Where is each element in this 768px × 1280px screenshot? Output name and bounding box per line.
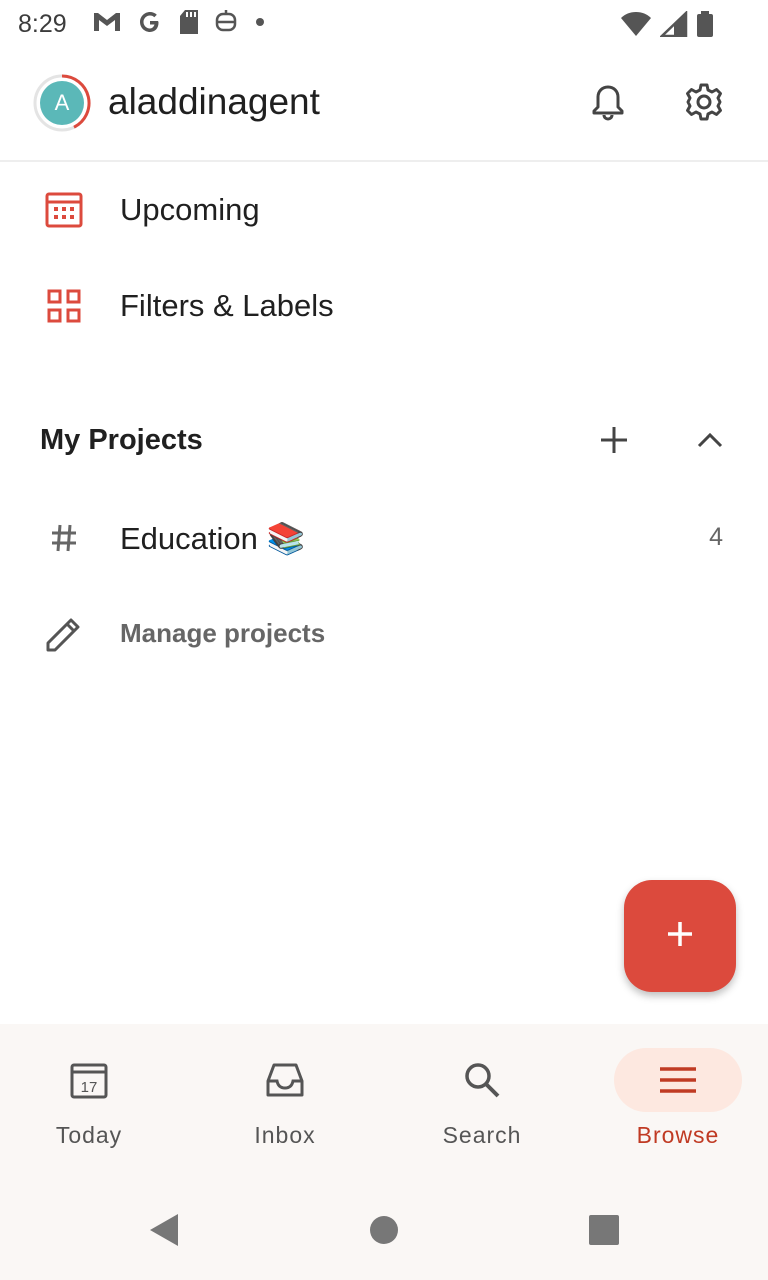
battery-icon [696,10,714,43]
status-bar: 8:29 [0,0,768,48]
home-button[interactable] [360,1208,408,1256]
menu-item-filters-labels-label: Filters & Labels [120,288,334,323]
bottom-nav: 17 Today Inbox Search Browse [0,1024,768,1184]
menu-icon [614,1048,742,1112]
nav-today-label: Today [55,1122,123,1148]
nav-search-label: Search [442,1122,522,1148]
search-icon [434,1048,530,1112]
nav-browse-label: Browse [636,1122,720,1148]
manage-projects-label: Manage projects [120,618,326,648]
projects-section-title[interactable]: My Projects [40,424,203,457]
bell-icon [591,83,625,126]
gear-icon [684,82,724,127]
nav-today[interactable]: 17 Today [9,1024,169,1184]
add-task-fab[interactable] [624,880,736,992]
system-nav-bar [0,1184,768,1280]
notifications-button[interactable] [584,80,632,128]
menu-item-upcoming[interactable]: Upcoming [0,162,768,258]
dot-icon [252,14,268,35]
back-button[interactable] [140,1208,188,1256]
svg-text:17: 17 [81,1079,98,1096]
inbox-icon [237,1048,333,1112]
plus-icon [665,919,695,954]
nav-browse[interactable]: Browse [598,1024,758,1184]
home-circle-icon [368,1214,400,1251]
sd-card-icon [178,8,200,41]
menu-item-upcoming-label: Upcoming [120,192,260,227]
signal-icon [658,10,688,42]
calendar-grid-icon [40,186,88,234]
chevron-up-icon [696,431,724,454]
pencil-icon [40,610,88,658]
app-header: A aladdinagent [0,48,768,162]
recents-square-icon [588,1214,620,1251]
status-icons-left [92,8,268,41]
back-triangle-icon [148,1213,180,1252]
avatar[interactable]: A [40,81,84,125]
project-item-education-label: Education 📚 [120,521,306,556]
nav-inbox[interactable]: Inbox [205,1024,365,1184]
username[interactable]: aladdinagent [108,81,320,123]
menu-item-filters-labels[interactable]: Filters & Labels [0,258,768,354]
project-item-education[interactable]: Education 📚 [0,490,768,586]
plus-icon [599,425,629,460]
settings-button[interactable] [680,80,728,128]
hashtag-icon [40,514,88,562]
project-task-count: 4 [709,523,723,551]
nav-search[interactable]: Search [402,1024,562,1184]
calendar-today-icon: 17 [41,1048,137,1112]
grid-icon [40,282,88,330]
collapse-projects-button[interactable] [686,418,734,466]
status-icons-right [620,10,714,43]
recents-button[interactable] [580,1208,628,1256]
manage-projects-button[interactable] [0,586,768,682]
nav-inbox-label: Inbox [254,1122,316,1148]
assistant-icon [214,8,238,41]
add-project-button[interactable] [590,418,638,466]
wifi-icon [620,11,652,42]
gmail-icon [92,10,122,39]
status-time: 8:29 [18,10,67,38]
google-icon [136,8,164,41]
